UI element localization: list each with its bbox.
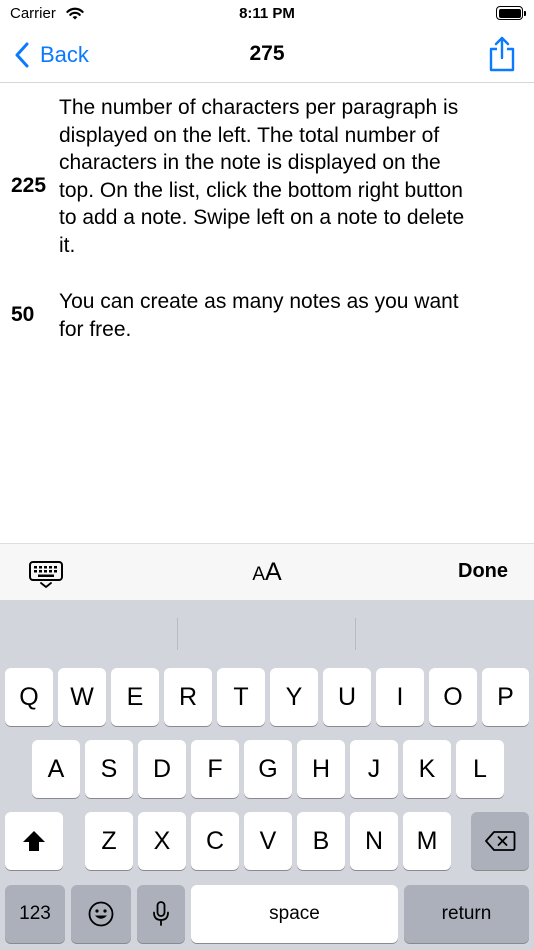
- paragraph-character-count: 50: [11, 303, 35, 326]
- text-size-small-label: A: [252, 564, 265, 585]
- text-size-large-label: A: [265, 558, 282, 586]
- key-z[interactable]: Z: [85, 812, 133, 870]
- keyboard-toolbar: AA Done: [0, 543, 534, 600]
- key-e[interactable]: E: [111, 668, 159, 726]
- key-k[interactable]: K: [403, 740, 451, 798]
- status-bar: Carrier 8:11 PM: [0, 0, 534, 28]
- delete-icon: [485, 831, 516, 851]
- key-u[interactable]: U: [323, 668, 371, 726]
- keyboard: Q W E R T Y U I O P A S D F G H J K L Z …: [0, 600, 534, 950]
- key-r[interactable]: R: [164, 668, 212, 726]
- battery-icon: [496, 6, 526, 20]
- paragraph-text[interactable]: You can create as many notes as you want…: [59, 288, 523, 343]
- key-t[interactable]: T: [217, 668, 265, 726]
- paragraph-text[interactable]: The number of characters per paragraph i…: [59, 94, 523, 260]
- paragraph-character-count: 225: [11, 174, 47, 197]
- emoji-icon: [88, 901, 114, 927]
- delete-key[interactable]: [471, 812, 529, 870]
- note-editor[interactable]: 225 The number of characters per paragra…: [0, 84, 534, 544]
- microphone-icon: [153, 901, 169, 926]
- character-count-title: 275: [249, 42, 285, 65]
- shift-key[interactable]: [5, 812, 63, 870]
- numbers-key[interactable]: 123: [5, 885, 65, 943]
- done-button[interactable]: Done: [458, 560, 508, 583]
- key-f[interactable]: F: [191, 740, 239, 798]
- microphone-key[interactable]: [137, 885, 185, 943]
- keyboard-dismiss-icon[interactable]: [28, 560, 64, 588]
- key-j[interactable]: J: [350, 740, 398, 798]
- emoji-key[interactable]: [71, 885, 131, 943]
- key-w[interactable]: W: [58, 668, 106, 726]
- key-h[interactable]: H: [297, 740, 345, 798]
- key-p[interactable]: P: [482, 668, 529, 726]
- status-time: 8:11 PM: [239, 5, 295, 22]
- key-y[interactable]: Y: [270, 668, 318, 726]
- key-n[interactable]: N: [350, 812, 398, 870]
- return-key[interactable]: return: [404, 885, 529, 943]
- key-s[interactable]: S: [85, 740, 133, 798]
- key-g[interactable]: G: [244, 740, 292, 798]
- key-x[interactable]: X: [138, 812, 186, 870]
- key-i[interactable]: I: [376, 668, 424, 726]
- text-size-button[interactable]: AA: [0, 558, 534, 587]
- key-d[interactable]: D: [138, 740, 186, 798]
- share-icon[interactable]: [488, 36, 516, 72]
- key-m[interactable]: M: [403, 812, 451, 870]
- key-v[interactable]: V: [244, 812, 292, 870]
- navigation-bar: Back 275: [0, 28, 534, 83]
- key-b[interactable]: B: [297, 812, 345, 870]
- key-l[interactable]: L: [456, 740, 504, 798]
- prediction-divider: [355, 618, 356, 650]
- prediction-divider: [177, 618, 178, 650]
- key-a[interactable]: A: [32, 740, 80, 798]
- key-q[interactable]: Q: [5, 668, 53, 726]
- key-c[interactable]: C: [191, 812, 239, 870]
- space-key[interactable]: space: [191, 885, 398, 943]
- shift-icon: [23, 831, 45, 851]
- key-o[interactable]: O: [429, 668, 477, 726]
